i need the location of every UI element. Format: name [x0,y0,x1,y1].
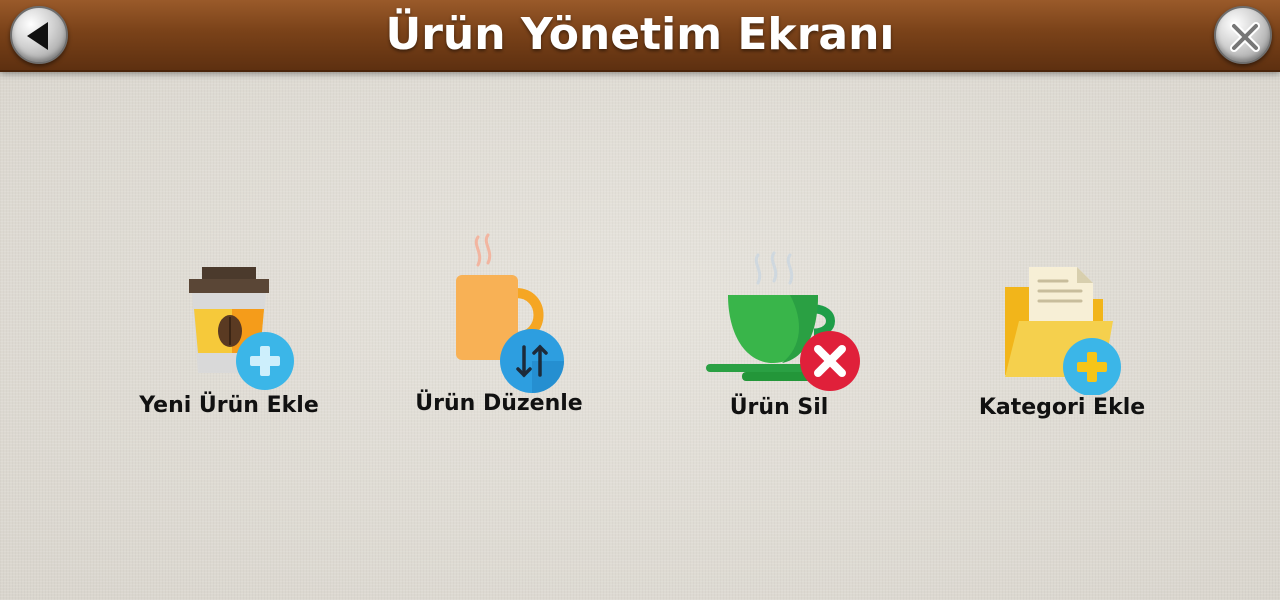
teacup-delete-icon [706,251,860,391]
add-product-button[interactable]: Yeni Ürün Ekle [114,225,344,425]
add-category-button[interactable]: Kategori Ekle [947,225,1177,425]
delete-product-button[interactable]: Ürün Sil [664,225,894,425]
add-product-label: Yeni Ürün Ekle [139,393,319,418]
close-icon [1230,22,1260,52]
edit-product-button[interactable]: Ürün Düzenle [384,225,614,425]
delete-product-label: Ürün Sil [729,395,829,420]
folder-add-icon [1005,267,1121,395]
coffee-cup-add-icon [189,267,294,390]
back-arrow-icon [27,22,48,50]
page-title: Ürün Yönetim Ekranı [385,9,895,60]
add-category-label: Kategori Ekle [978,395,1146,420]
back-button[interactable] [10,6,68,64]
close-button[interactable] [1214,6,1272,64]
edit-product-label: Ürün Düzenle [415,391,583,416]
mug-edit-icon [456,233,564,393]
